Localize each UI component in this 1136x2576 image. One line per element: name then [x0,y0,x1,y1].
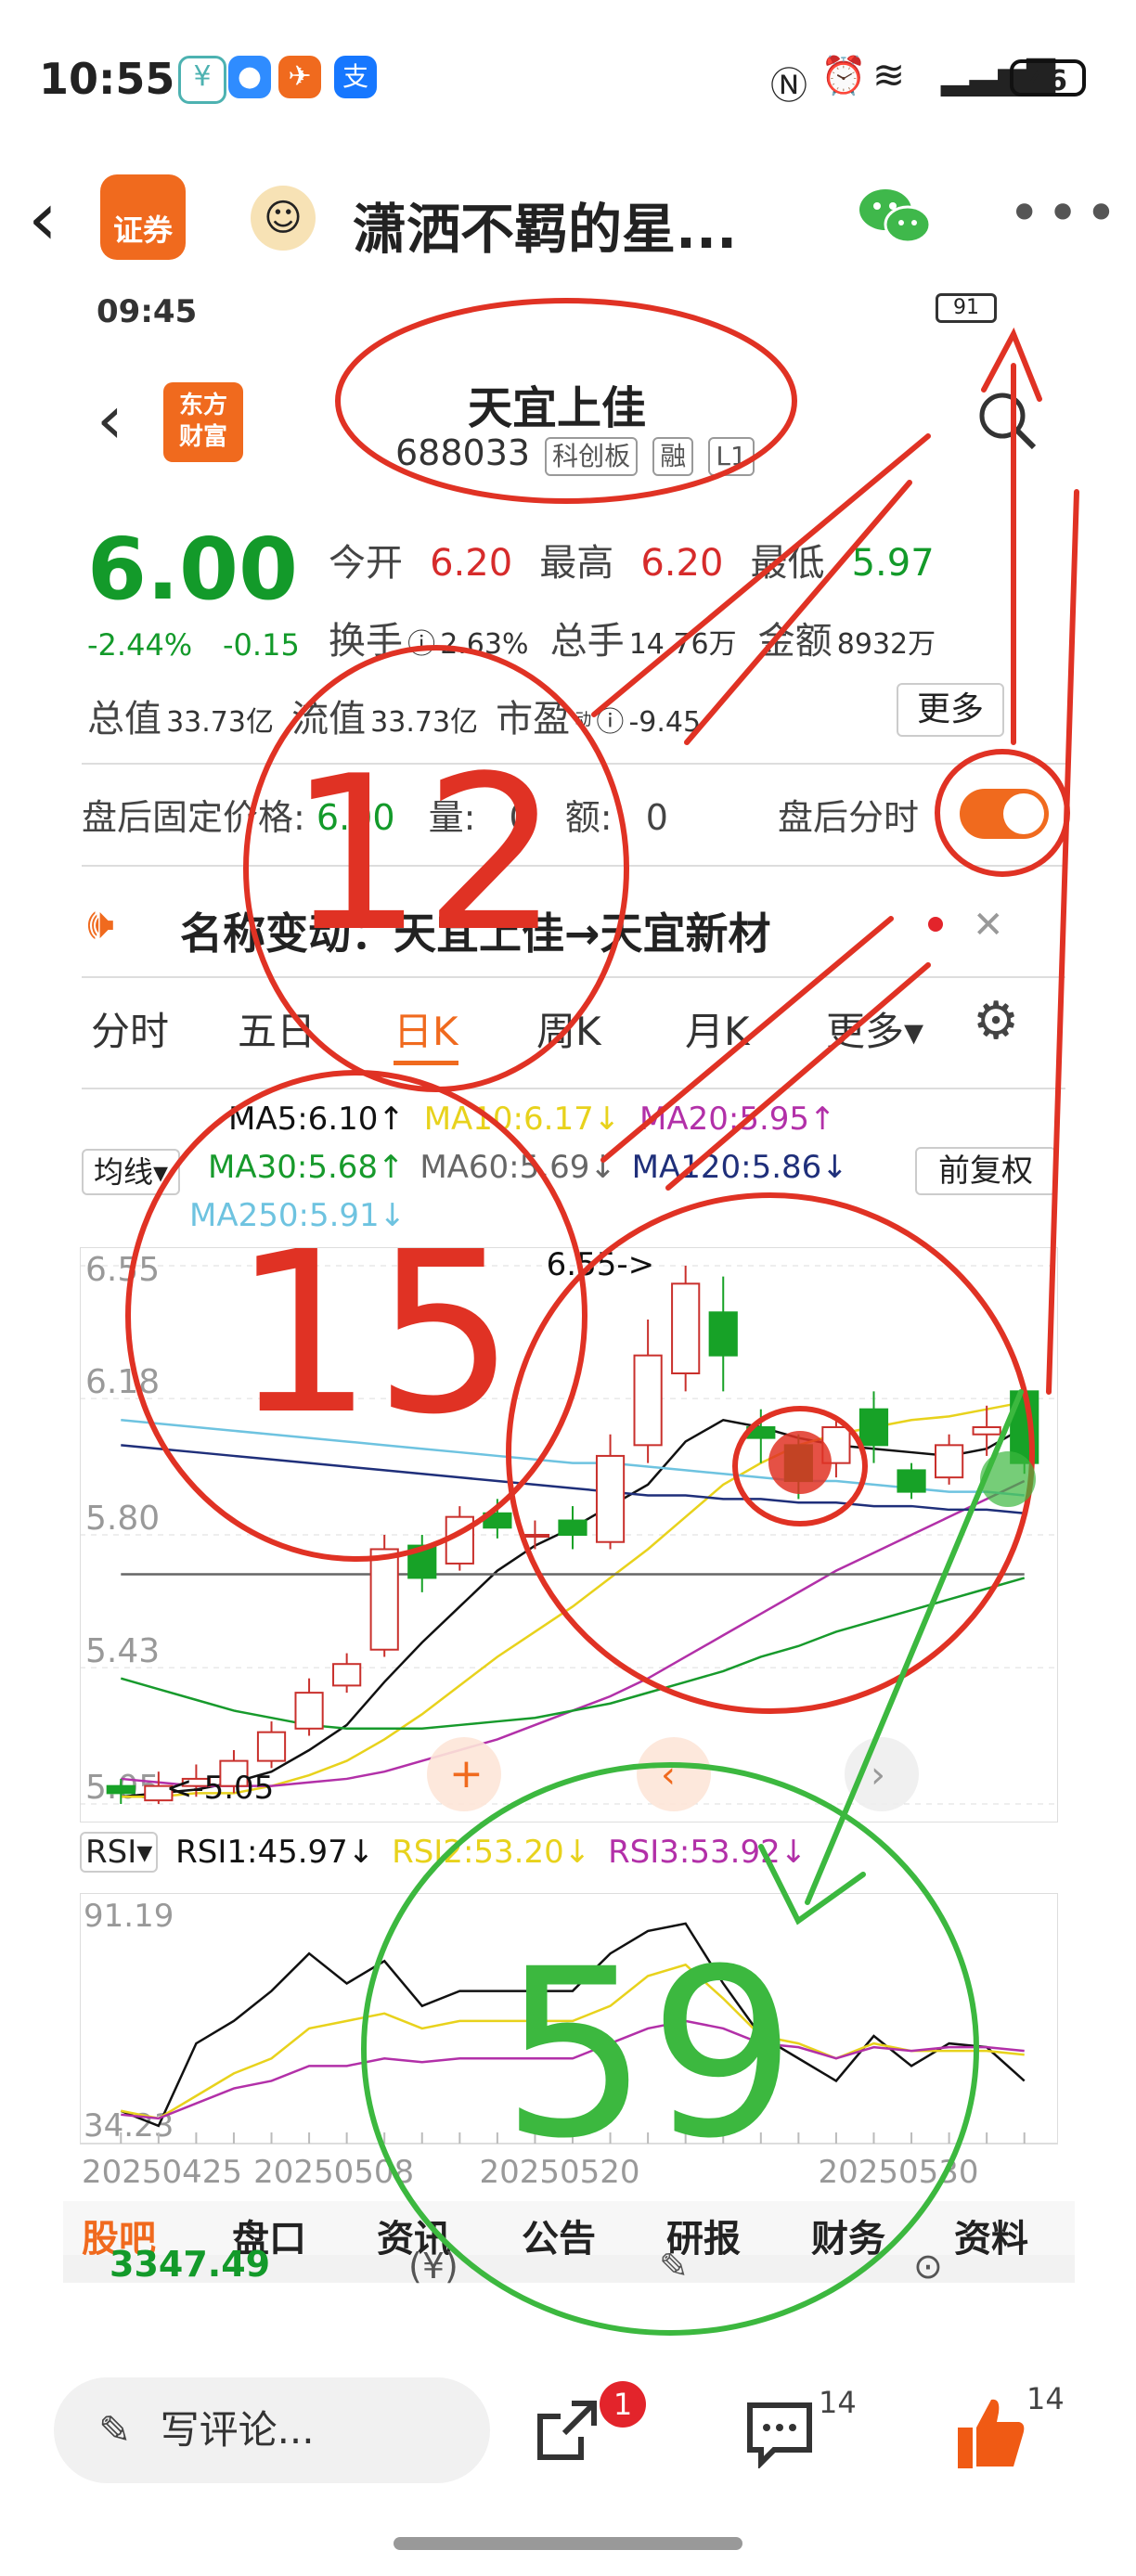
stock-name-circle [335,298,797,504]
annotation-lines-2 [600,916,931,1191]
bottom-bar: ✎ 写评论... 1 14 14 [0,2348,1136,2533]
like-count: 14 [1026,2381,1065,2416]
annotation-arrow-search [981,327,1042,745]
handwritten-annotations: 12 15 59 [125,298,1079,2336]
comment-icon[interactable] [742,2398,817,2468]
share-badge: 1 [600,2381,646,2428]
annotation-dot-red [768,1431,832,1494]
annotation-line-right [1046,489,1079,1395]
annotation-dot-green [980,1451,1036,1507]
share-icon[interactable] [531,2396,601,2467]
like-icon[interactable] [954,2394,1028,2472]
comment-count: 14 [819,2385,857,2420]
annotation-text-59: 59 [501,1919,796,2189]
comment-placeholder: 写评论... [160,2407,315,2453]
annotation-lines-1 [591,433,931,745]
pencil-icon: ✎ [98,2407,132,2453]
comment-input[interactable]: ✎ 写评论... [54,2377,490,2483]
annotation-circle-toggle [935,749,1070,877]
home-indicator[interactable] [394,2537,742,2550]
annotation-text-12: 12 [288,731,560,979]
annotation-text-15: 15 [232,1204,515,1463]
